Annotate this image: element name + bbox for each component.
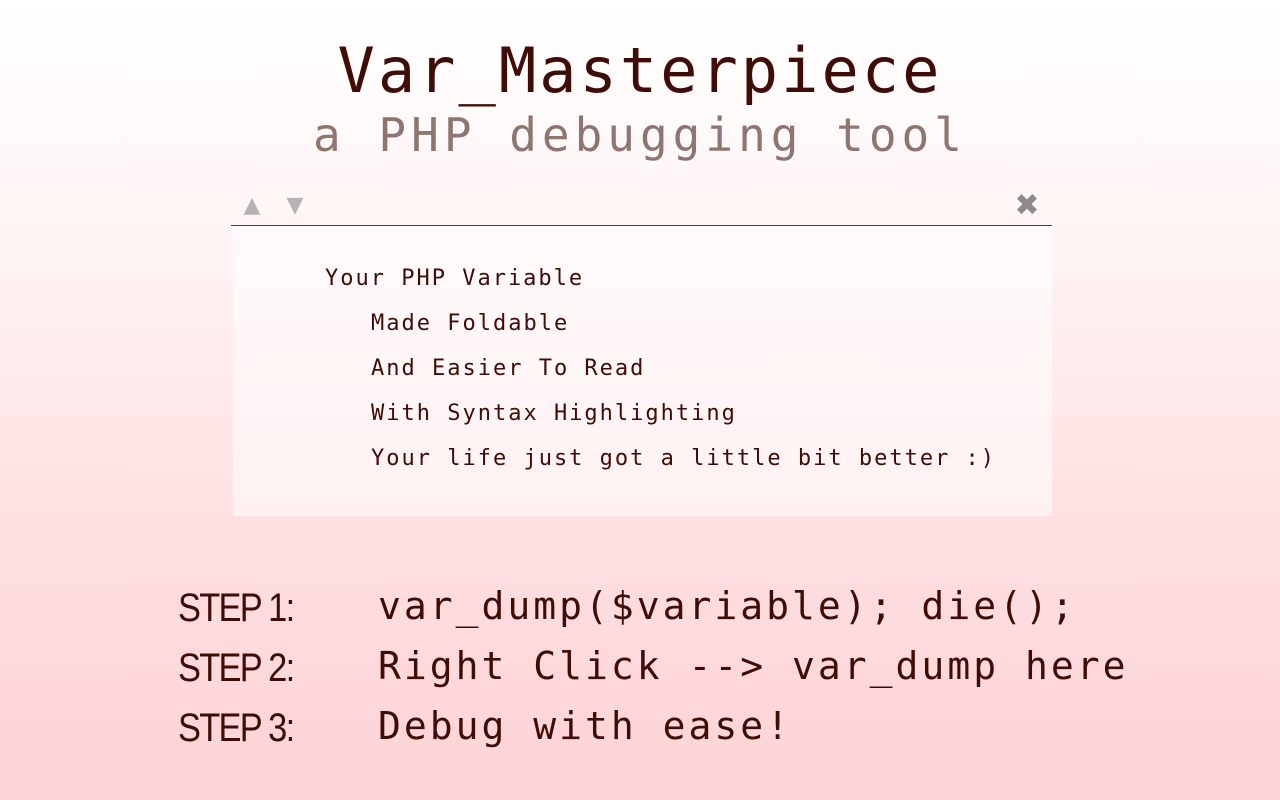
var-dump-panel: ▲ ▼ ✖ Your PHP Variable Made Foldable An… (231, 186, 1052, 516)
close-icon[interactable]: ✖ (1013, 191, 1041, 221)
tree-child-node: With Syntax Highlighting (371, 401, 737, 426)
app-subtitle: a PHP debugging tool (313, 108, 967, 162)
step-text: Debug with ease! (378, 704, 793, 748)
triangle-down-icon[interactable]: ▼ (281, 192, 309, 220)
app-title: Var_Masterpiece (337, 34, 943, 107)
tree-root-node[interactable]: Your PHP Variable (325, 266, 584, 291)
panel-toolbar: ▲ ▼ ✖ (231, 186, 1052, 226)
step-text: var_dump($variable); die(); (378, 584, 1077, 628)
step-label: STEP 1: (178, 586, 295, 630)
tree-child-node: Your life just got a little bit better :… (371, 446, 997, 471)
step-label: STEP 2: (178, 646, 295, 690)
tree-child-node: Made Foldable (371, 311, 570, 336)
tree-child-node: And Easier To Read (371, 356, 646, 381)
step-label: STEP 3: (178, 706, 295, 750)
triangle-up-icon[interactable]: ▲ (238, 192, 266, 220)
panel-body: Your PHP Variable Made Foldable And Easi… (233, 226, 1052, 516)
step-text: Right Click --> var_dump here (378, 644, 1129, 688)
